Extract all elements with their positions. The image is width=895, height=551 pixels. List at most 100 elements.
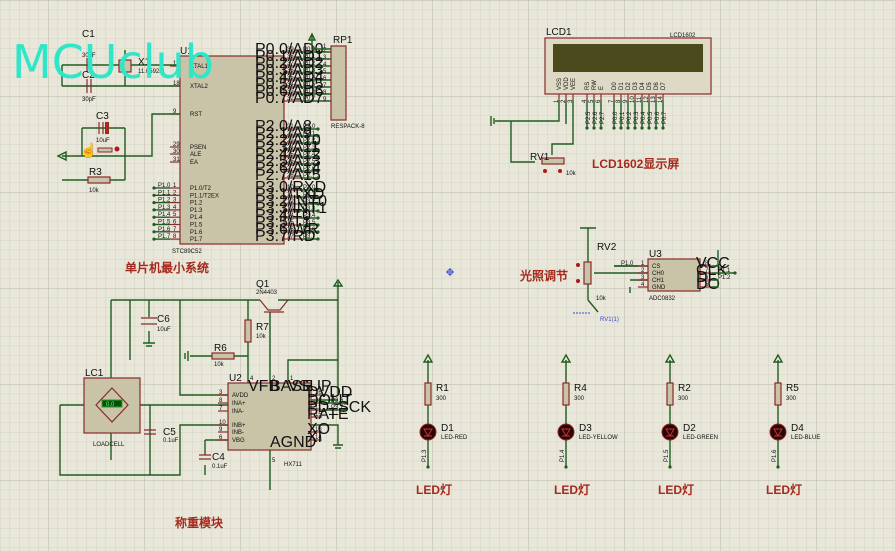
rv1-value: 10k [566,171,577,177]
lcd-net-label: P0.3 [634,111,640,124]
rv2-value: 10k [596,296,607,302]
net-terminal[interactable] [316,237,320,241]
net-terminal[interactable] [599,126,603,130]
net-terminal[interactable] [152,208,156,212]
net-terminal[interactable] [564,465,568,469]
weigh-section-title: 称重模块 [175,515,224,530]
resistor-value: 300 [436,396,447,402]
rv2-increase[interactable] [576,263,580,267]
c3-ref: C3 [96,111,109,122]
led-indicator[interactable] [557,423,575,441]
lcd-net-label: P2.5 [586,111,592,124]
reset-button[interactable] [97,147,113,153]
net-terminal[interactable] [640,126,644,130]
c2-value: 30pF [82,97,96,103]
lcd-pin-name: D7 [661,82,667,90]
pin-name: INB- [232,430,244,436]
net-terminal[interactable] [152,222,156,227]
net-terminal[interactable] [316,127,320,131]
led-ref: D4 [791,423,804,434]
lcd-pin-name: D3 [633,82,639,90]
probe-label[interactable]: RV1(1) [600,317,619,323]
net-terminal[interactable] [633,126,637,130]
net-label: P1.5 [158,220,171,226]
net-terminal[interactable] [661,126,665,130]
lcd-net-label: P0.4 [641,111,647,124]
led-net-label: P1.6 [772,449,778,462]
led-indicator[interactable] [661,423,679,441]
resistor-r7[interactable] [244,319,252,343]
net-label: P1.1 [158,190,171,196]
resistor[interactable] [424,382,432,406]
net-terminal[interactable] [152,215,156,219]
pin-name: DO [696,276,720,293]
pin-name: P1.1/T2EX [190,193,219,199]
rp1-body[interactable] [330,45,347,121]
r3-ref: R3 [89,167,102,178]
r7-value: 10k [256,334,267,340]
resistor-value: 300 [678,396,689,402]
led-net-label: P1.5 [664,449,670,462]
pin-name: P1.5 [190,223,203,229]
led-ref: D1 [441,423,454,434]
lcd-section-title: LCD1602显示屏 [592,157,679,171]
led-section-title: LED灯 [416,482,452,497]
lc1-part: LOADCELL [93,442,125,448]
c3-polarity [105,122,109,134]
led-indicator[interactable] [769,423,787,441]
net-label: P1.3 [158,205,171,211]
net-terminal[interactable] [152,193,156,197]
net-terminal[interactable] [152,201,156,205]
net-terminal[interactable] [152,237,156,241]
net-terminal[interactable] [152,230,156,234]
resistor[interactable] [666,382,674,406]
net-terminal[interactable] [668,465,672,469]
net-terminal[interactable] [592,126,596,130]
pin-name: EA [190,160,198,166]
net-terminal[interactable] [585,126,589,130]
net-terminal[interactable] [626,126,630,130]
net-terminal[interactable] [426,465,430,469]
net-terminal[interactable] [654,126,658,130]
led-part: LED-YELLOW [579,435,618,441]
rv1-ref: RV1 [530,152,550,163]
led-ref: D2 [683,423,696,434]
net-terminal[interactable] [776,465,780,469]
lcd-net-label: P0.1 [620,111,626,124]
net-label: P1.6 [158,227,171,233]
resistor-ref: R5 [786,383,799,394]
led-indicator[interactable] [419,423,437,441]
resistor[interactable] [774,382,782,406]
pin-name: INB+ [232,423,246,429]
schematic-canvas[interactable]: U1 STC89C52 19 XTAL1 18 XTAL2 9 RST 29 PSEN 30 AL… [0,0,895,551]
potentiometer-rv2[interactable] [583,261,592,285]
lcd-screen [553,44,703,72]
net-label: P3.7 [303,234,316,240]
led-part: LED-BLUE [791,435,820,441]
pin-number: 30 [173,149,180,155]
net-terminal[interactable] [316,216,320,220]
rv1-increase[interactable] [558,169,562,173]
c4-ref: C4 [212,452,225,463]
q1-part: 2N4403 [256,290,278,296]
lcd-pin-name: E [599,86,605,90]
pin-name: AVDD [232,393,249,399]
net-terminal[interactable] [647,126,651,130]
lcd-pin-name: D6 [654,82,660,90]
adc-section-title: 光照调节 [519,268,568,283]
rv1-decrease[interactable] [543,169,547,173]
c5-value: 0.1uF [163,438,179,444]
rv2-decrease[interactable] [576,279,580,283]
resistor[interactable] [562,382,570,406]
mcu-section-title: 单片机最小系统 [125,260,209,275]
schematic[interactable]: U1 STC89C52 19 XTAL118 XTAL29 RST29 PSEN30 AL… [0,0,895,551]
pin-name: P1.2 [190,201,203,207]
u2-ref: U2 [229,373,242,384]
net-terminal[interactable] [619,126,623,130]
net-terminal[interactable] [152,186,156,190]
net-terminal[interactable] [612,126,616,130]
pin-name: CS [652,264,660,270]
net-label: P1.4 [158,212,171,218]
lcd-net-label: P0.7 [662,111,668,124]
reset-button-indicator[interactable] [114,146,120,152]
